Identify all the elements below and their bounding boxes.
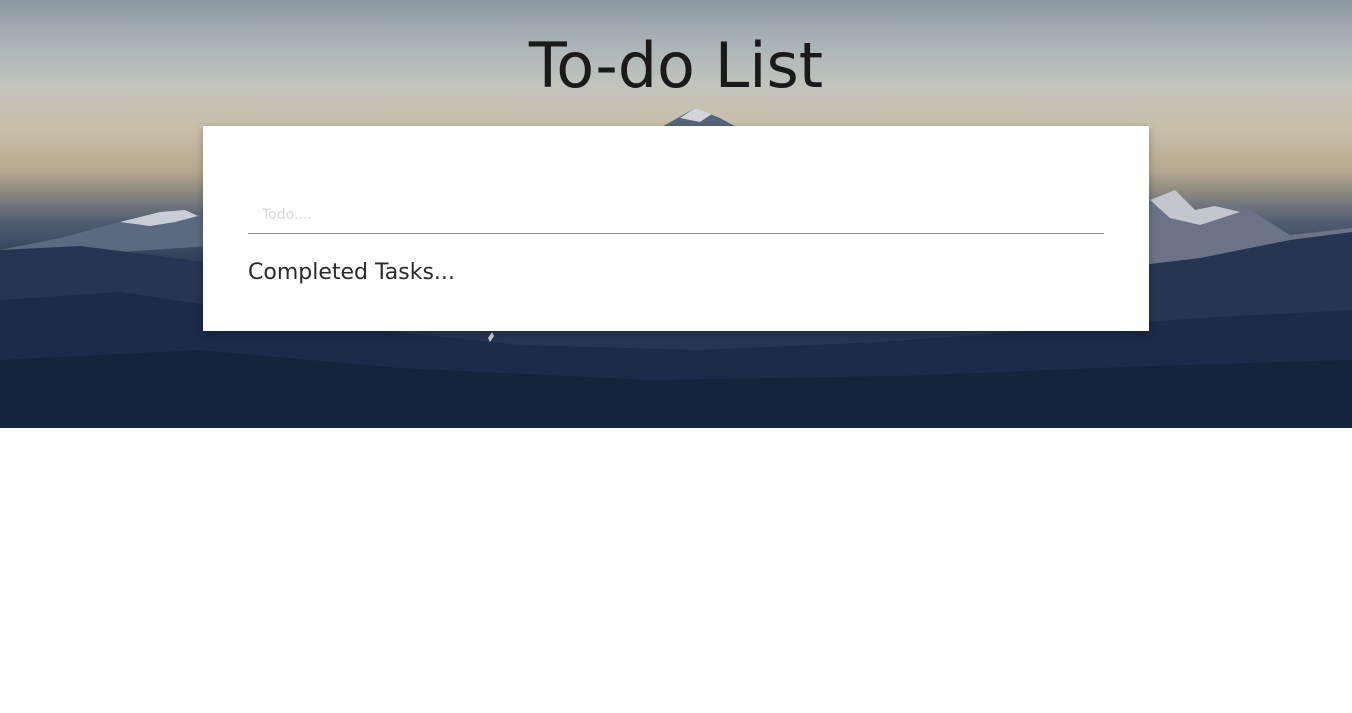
todo-card: Completed Tasks... xyxy=(203,126,1149,331)
completed-tasks-heading: Completed Tasks... xyxy=(248,260,455,285)
page-title: To-do List xyxy=(528,29,824,102)
todo-input[interactable] xyxy=(248,196,1104,234)
